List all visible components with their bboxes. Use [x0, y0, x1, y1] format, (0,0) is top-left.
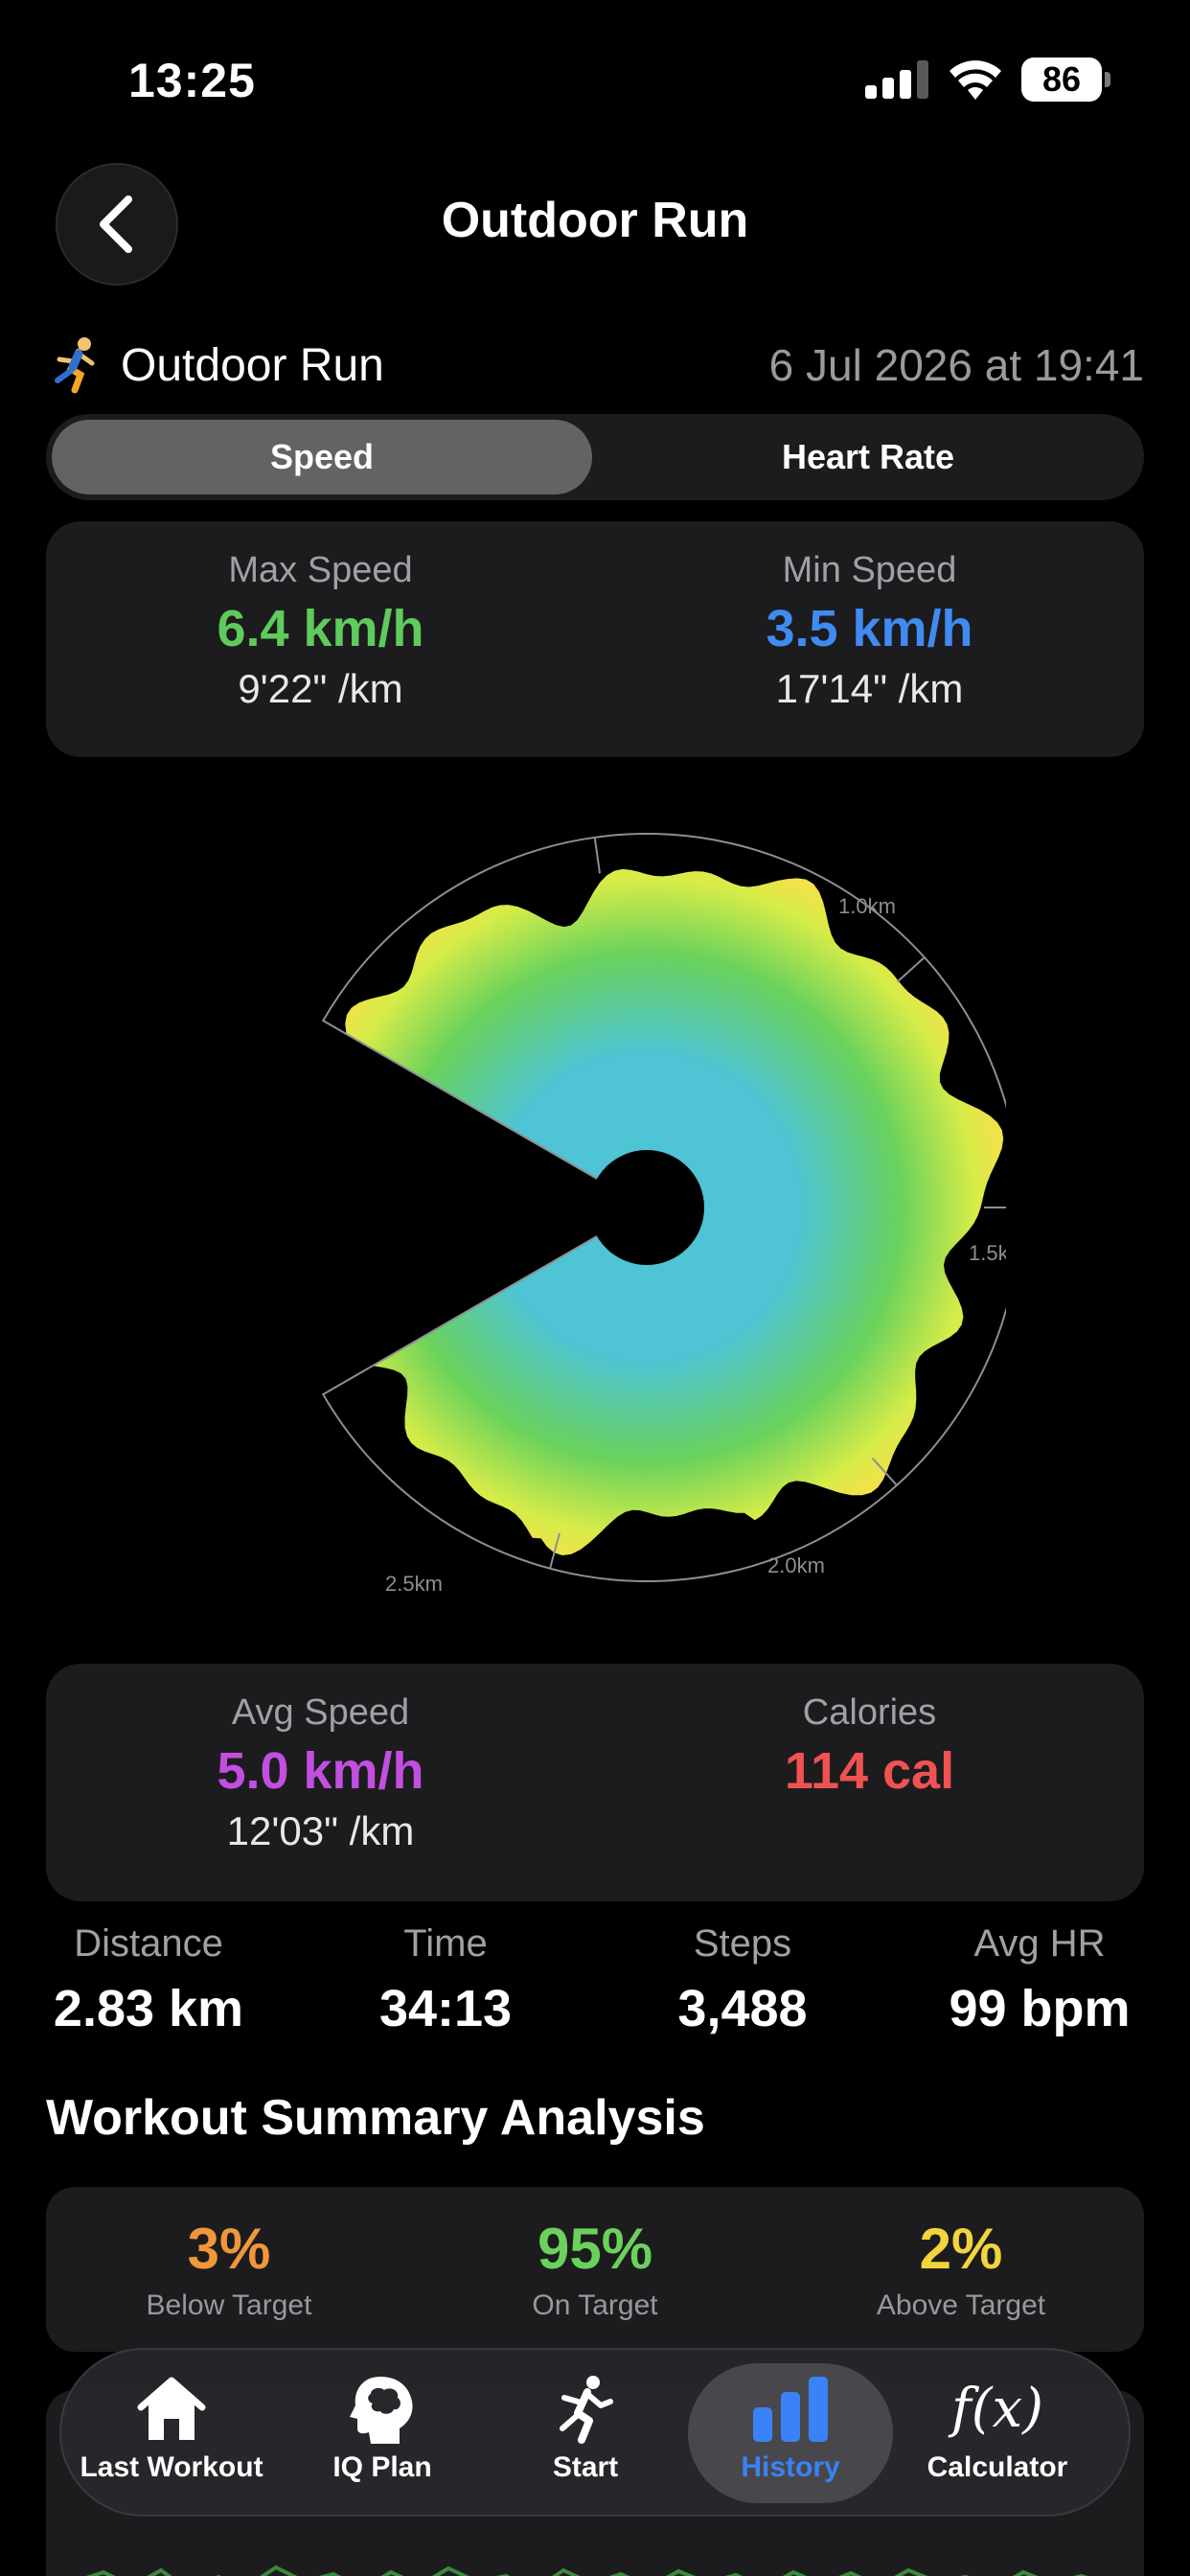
tab-history[interactable]: History	[688, 2363, 893, 2503]
tab-start[interactable]: Start	[483, 2363, 688, 2503]
above-target: 2% Above Target	[778, 2216, 1144, 2322]
min-speed-label: Min Speed	[782, 550, 957, 590]
avg-speed-value: 5.0 km/h	[217, 1742, 424, 1800]
house-icon	[137, 2377, 206, 2440]
tab-label: Calculator	[927, 2451, 1068, 2483]
stat-label: Distance	[74, 1922, 223, 1965]
tab-iq-plan[interactable]: IQ Plan	[280, 2363, 485, 2503]
cellular-signal-icon	[865, 60, 928, 99]
stat-value: 99 bpm	[949, 1980, 1131, 2037]
below-target-label: Below Target	[146, 2289, 312, 2321]
brain-head-icon	[350, 2377, 413, 2444]
function-icon: f(x)	[950, 2378, 1043, 2440]
tab-label: History	[741, 2451, 840, 2483]
stat-value: 2.83 km	[53, 1980, 244, 2037]
battery-level: 86	[1021, 58, 1102, 102]
stat-value: 3,488	[677, 1980, 808, 2037]
calories-value: 114 cal	[784, 1742, 955, 1800]
on-target-pct: 95%	[537, 2217, 653, 2281]
below-target: 3% Below Target	[46, 2216, 412, 2322]
below-target-pct: 3%	[187, 2217, 271, 2281]
chart-center-hole	[589, 1150, 704, 1265]
tab-last-workout[interactable]: Last Workout	[69, 2363, 274, 2503]
page-title: Outdoor Run	[441, 193, 749, 248]
wifi-icon	[950, 60, 1001, 100]
distance-label-4: 2.5km	[385, 1572, 443, 1596]
workout-header: Outdoor Run 6 Jul 2026 at 19:41	[50, 332, 1144, 399]
max-speed-pace: 9'22" /km	[238, 666, 403, 711]
tab-bar: Last Workout IQ Plan Start History f(x) …	[59, 2348, 1131, 2517]
stat-steps: Steps 3,488	[594, 1922, 891, 2038]
polar-speed-chart: 1.0km 1.5km 2.0km 2.5km	[321, 833, 1006, 1596]
battery-indicator: 86	[1021, 58, 1110, 102]
max-speed-label: Max Speed	[228, 550, 413, 590]
stat-avg-hr: Avg HR 99 bpm	[891, 1922, 1188, 2038]
distance-label-2: 1.5km	[969, 1241, 1006, 1265]
distance-label-3: 2.0km	[767, 1553, 825, 1577]
stat-value: 34:13	[378, 1980, 513, 2037]
on-target: 95% On Target	[412, 2216, 778, 2322]
stat-label: Steps	[693, 1922, 792, 1965]
tab-speed[interactable]: Speed	[52, 420, 592, 494]
min-speed-value: 3.5 km/h	[766, 600, 973, 657]
speed-range-card: Max Speed 6.4 km/h 9'22" /km Min Speed 3…	[46, 521, 1144, 757]
distance-tick-0	[593, 837, 602, 874]
runner-icon	[560, 2376, 613, 2444]
above-target-label: Above Target	[876, 2289, 1046, 2321]
status-time: 13:25	[128, 54, 256, 107]
distance-label-1: 1.0km	[838, 894, 896, 918]
min-speed-pace: 17'14" /km	[775, 666, 964, 711]
analysis-title: Workout Summary Analysis	[46, 2090, 705, 2146]
analysis-card: 3% Below Target 95% On Target 2% Above T…	[46, 2187, 1144, 2352]
tab-label: IQ Plan	[332, 2451, 432, 2483]
tab-calculator[interactable]: f(x) Calculator	[895, 2363, 1100, 2503]
workout-name: Outdoor Run	[121, 339, 384, 391]
stat-label: Time	[403, 1922, 488, 1965]
tab-label: Last Workout	[80, 2451, 263, 2483]
above-target-pct: 2%	[919, 2217, 1003, 2281]
avg-pace: 12'03" /km	[226, 1808, 415, 1853]
avg-speed-label: Avg Speed	[231, 1692, 410, 1733]
stat-distance: Distance 2.83 km	[0, 1922, 297, 2038]
tab-heart-rate[interactable]: Heart Rate	[598, 420, 1138, 494]
stat-time: Time 34:13	[297, 1922, 594, 2038]
distance-tick-1	[896, 956, 926, 983]
average-card: Avg Speed 5.0 km/h 12'03" /km Calories 1…	[46, 1664, 1144, 1901]
stat-label: Avg HR	[973, 1922, 1106, 1965]
runner-emoji-icon	[55, 337, 95, 394]
metric-segmented-control: Speed Heart Rate	[46, 414, 1144, 500]
on-target-label: On Target	[532, 2289, 658, 2321]
tab-label: Start	[552, 2451, 619, 2483]
max-speed-value: 6.4 km/h	[217, 600, 424, 657]
bar-chart-icon	[753, 2377, 828, 2442]
workout-date: 6 Jul 2026 at 19:41	[768, 340, 1144, 390]
calories-label: Calories	[802, 1692, 937, 1733]
